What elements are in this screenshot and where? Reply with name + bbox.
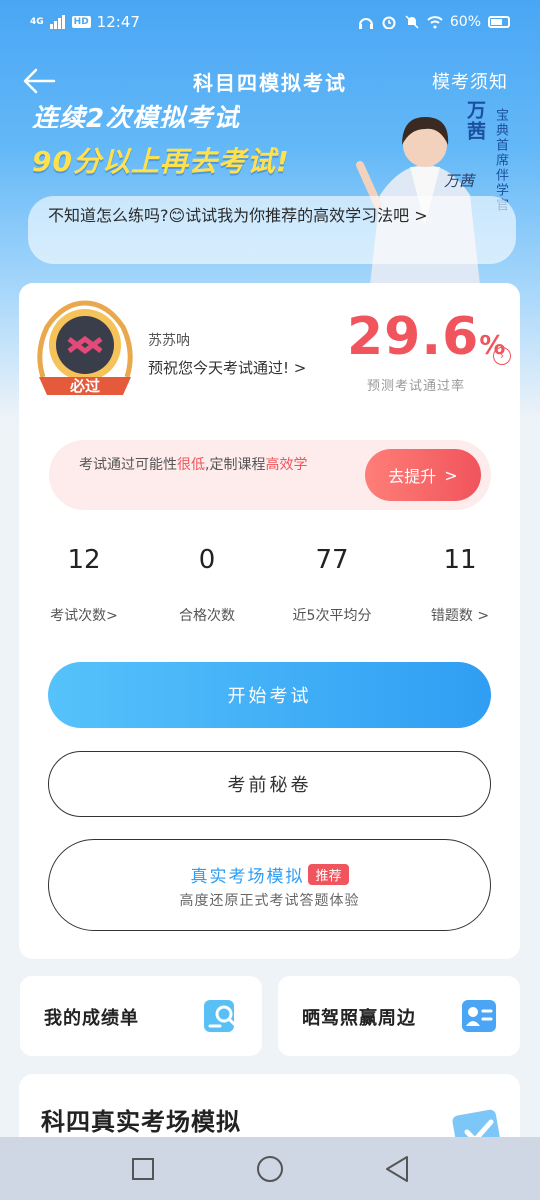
hd-badge: HD	[71, 16, 91, 28]
stat-average-score: 77 近5次平均分	[277, 545, 387, 625]
secret-paper-button[interactable]: 考前秘卷	[48, 751, 491, 817]
score-report-card[interactable]: 我的成绩单	[20, 976, 262, 1056]
wish-text[interactable]: 预祝您今天考试通过! >	[148, 357, 306, 378]
stat-label: 考试次数>	[50, 608, 118, 624]
stat-value: 0	[198, 545, 216, 575]
start-exam-button[interactable]: 开始考试	[48, 662, 491, 728]
chevron-right-icon: >	[444, 465, 458, 485]
id-card-icon	[462, 1000, 496, 1032]
section-title: 科四真实考场模拟	[41, 1108, 241, 1136]
recommend-badge: 推荐	[308, 864, 349, 885]
stat-label: 合格次数	[179, 608, 235, 624]
status-bar: 4G HD 12:47 60%	[0, 0, 540, 44]
alarm-icon	[382, 16, 396, 29]
banner-headline: 连续2次模拟考试	[32, 104, 241, 128]
network-type: 4G	[30, 16, 44, 27]
improve-text-efficient: 高效学	[265, 457, 308, 473]
avatar[interactable]: 必过	[33, 297, 137, 401]
triangle-back-icon	[385, 1155, 408, 1182]
stat-label: 错题数 >	[430, 608, 490, 624]
report-search-icon	[204, 1000, 237, 1032]
stat-label: 近5次平均分	[292, 608, 372, 624]
headphones-icon	[358, 18, 373, 29]
wifi-icon	[427, 16, 443, 29]
score-report-label: 我的成绩单	[44, 1008, 139, 1029]
home-button[interactable]	[250, 1149, 290, 1189]
signal-icon	[49, 15, 65, 29]
avatar-badge-text: 必过	[69, 377, 100, 395]
improve-text-part1: 考试通过可能性	[79, 457, 177, 473]
back-button[interactable]	[377, 1149, 417, 1189]
improve-text: 考试通过可能性很低,定制课程高效学	[79, 454, 369, 476]
stat-exam-count[interactable]: 12 考试次数>	[29, 545, 139, 625]
circle-icon	[256, 1155, 283, 1182]
pass-rate-detail-icon[interactable]: ›	[493, 347, 511, 365]
battery-percent: 60%	[449, 14, 481, 30]
improve-button-label: 去提升	[388, 467, 437, 486]
mute-bell-icon	[405, 15, 419, 29]
improve-text-part2: ,定制课程	[205, 457, 266, 473]
exam-notice-link[interactable]: 模考须知	[432, 68, 508, 94]
improve-text-low: 很低	[177, 457, 205, 473]
system-navigation-bar	[0, 1137, 540, 1200]
pass-rate-label: 预测考试通过率	[367, 379, 466, 394]
recent-apps-button[interactable]	[123, 1149, 163, 1189]
exam-summary-card: 必过 苏苏呐 预祝您今天考试通过! > 29.6% › 预测考试通过率 考试通过…	[19, 283, 520, 959]
real-exam-title-text: 真实考场模拟	[190, 867, 305, 887]
show-license-card[interactable]: 晒驾照赢周边	[278, 976, 520, 1056]
banner-subheadline: 90分以上再去考试!	[32, 145, 290, 178]
square-icon	[132, 1157, 155, 1180]
improve-button[interactable]: 去提升 >	[365, 449, 481, 501]
stat-value: 11	[443, 545, 477, 575]
pass-rate-number: 29.6	[347, 307, 480, 367]
clock: 12:47	[96, 13, 140, 31]
real-exam-title: 真实考场模拟 推荐	[49, 862, 490, 887]
stat-wrong-count[interactable]: 11 错题数 >	[405, 545, 515, 625]
show-license-label: 晒驾照赢周边	[302, 1008, 416, 1029]
pass-rate-value: 29.6%	[347, 307, 506, 367]
stat-value: 12	[67, 545, 101, 575]
stat-value: 77	[315, 545, 349, 575]
improve-banner: 考试通过可能性很低,定制课程高效学 去提升 >	[49, 440, 491, 510]
real-exam-subtitle: 高度还原正式考试答题体验	[179, 893, 360, 909]
real-exam-simulation-button[interactable]: 真实考场模拟 推荐 高度还原正式考试答题体验	[48, 839, 491, 931]
study-tip-bubble[interactable]: 不知道怎么练吗?😊试试我为你推荐的高效学习法吧 >	[28, 196, 516, 264]
stat-pass-count: 0 合格次数	[152, 545, 262, 625]
spokesperson-name: 万茜	[464, 100, 486, 142]
battery-icon	[488, 16, 510, 28]
signature: 万茜	[444, 172, 475, 190]
username: 苏苏呐	[148, 333, 190, 349]
